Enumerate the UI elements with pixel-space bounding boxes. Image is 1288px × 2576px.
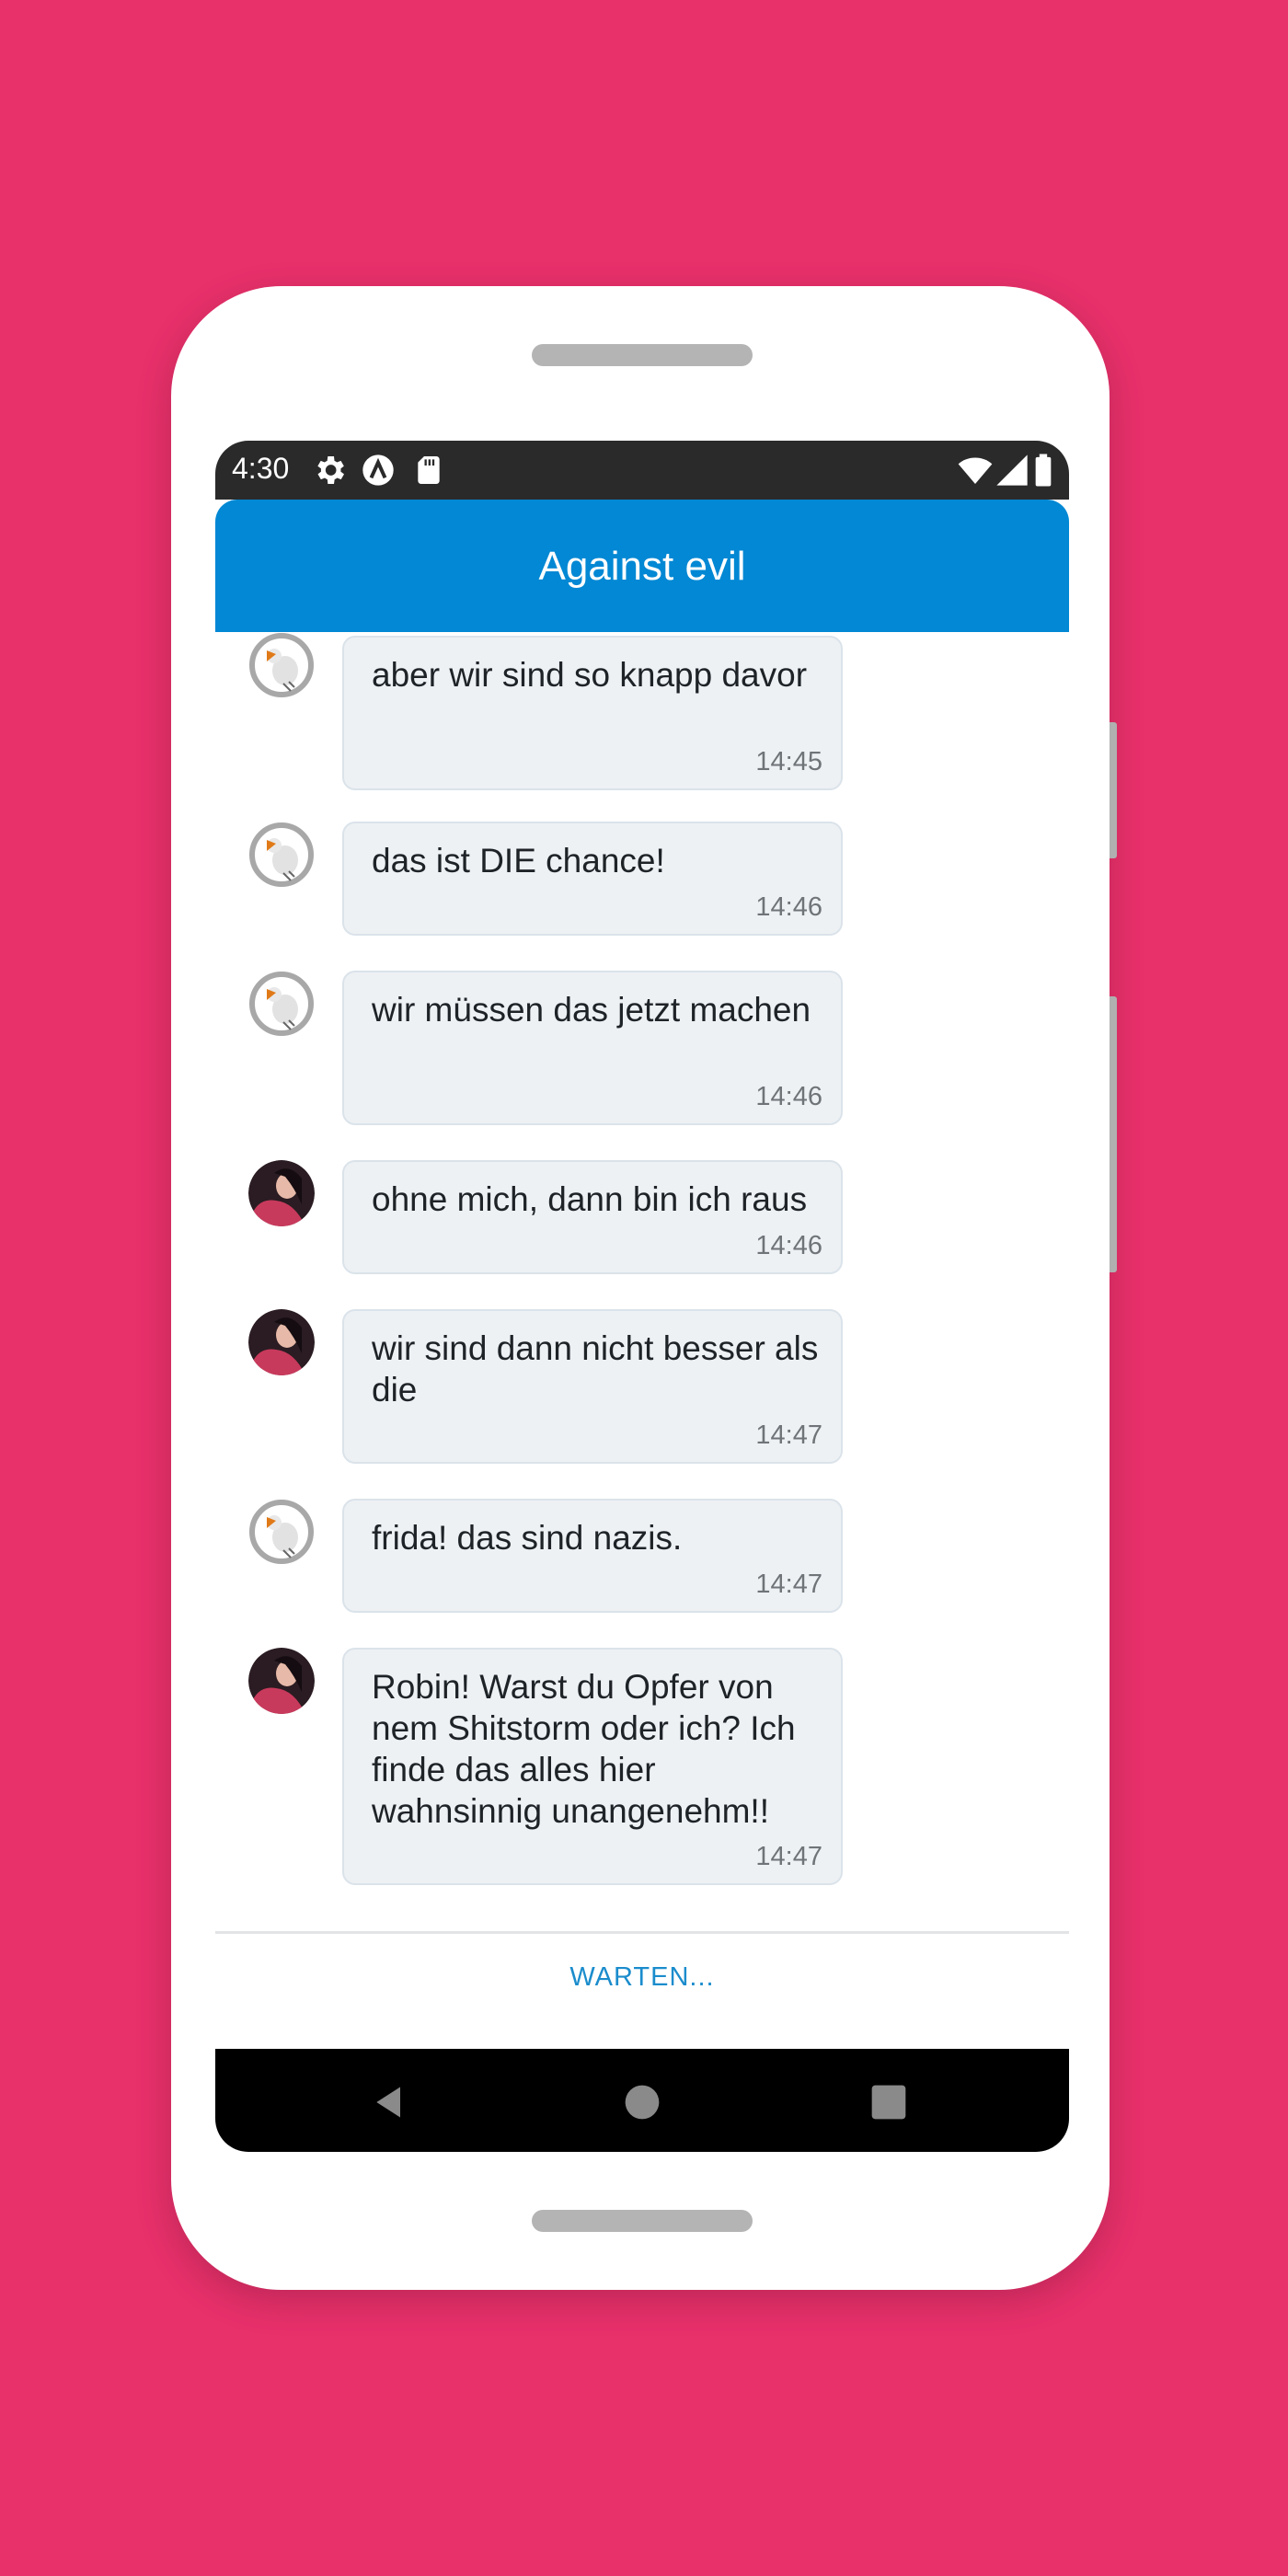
message-text: frida! das sind nazis. — [372, 1519, 683, 1557]
home-icon[interactable] — [622, 2082, 662, 2122]
gear-icon — [317, 456, 344, 484]
message-bubble[interactable]: aber wir sind so knapp davor 14:45 — [342, 636, 843, 790]
recents-icon[interactable] — [868, 2082, 909, 2122]
wifi-icon — [958, 457, 993, 484]
message-text: wir sind dann nicht besser als die — [372, 1329, 819, 1409]
girl-avatar[interactable] — [248, 1160, 315, 1226]
message-bubble[interactable]: das ist DIE chance! 14:46 — [342, 822, 843, 936]
sd-card-icon — [418, 456, 440, 484]
girl-avatar[interactable] — [248, 1648, 315, 1714]
message-time: 14:46 — [755, 892, 822, 922]
status-time: 4:30 — [232, 452, 290, 485]
divider — [215, 1931, 1069, 1934]
message-text: das ist DIE chance! — [372, 842, 665, 880]
bird-avatar[interactable] — [248, 1499, 315, 1565]
message-text: ohne mich, dann bin ich raus — [372, 1180, 808, 1218]
message-bubble[interactable]: frida! das sind nazis. 14:47 — [342, 1499, 843, 1613]
message-bubble[interactable]: Robin! Warst du Opfer von nem Shitstorm … — [342, 1648, 843, 1885]
status-bar: 4:30 — [215, 441, 1069, 500]
page-title: Against evil — [538, 544, 746, 589]
message-time: 14:47 — [755, 1570, 822, 1599]
message-bubble[interactable]: ohne mich, dann bin ich raus 14:46 — [342, 1160, 843, 1274]
a-circle-icon — [362, 454, 394, 486]
message-bubble[interactable]: wir sind dann nicht besser als die 14:47 — [342, 1309, 843, 1464]
message-text: wir müssen das jetzt machen — [372, 991, 811, 1029]
screen: 4:30 Against evil aber wir sind so knapp… — [215, 441, 1069, 2156]
message-time: 14:46 — [755, 1082, 822, 1111]
message-bubble[interactable]: wir müssen das jetzt machen 14:46 — [342, 971, 843, 1125]
bird-avatar[interactable] — [248, 971, 315, 1037]
bird-avatar[interactable] — [248, 632, 315, 698]
speaker-grille — [532, 344, 753, 366]
navigation-bar — [215, 2049, 1069, 2152]
girl-avatar[interactable] — [248, 1309, 315, 1375]
bottom-grille — [532, 2210, 753, 2232]
back-icon[interactable] — [370, 2082, 410, 2122]
wait-button[interactable]: WARTEN... — [215, 1962, 1069, 1993]
phone-frame: 4:30 Against evil aber wir sind so knapp… — [171, 286, 1117, 2290]
chat-list[interactable]: aber wir sind so knapp davor 14:45 das i… — [215, 632, 1069, 1931]
bird-avatar[interactable] — [248, 822, 315, 888]
app-bar: Against evil — [215, 500, 1069, 632]
message-time: 14:45 — [755, 747, 822, 776]
message-text: aber wir sind so knapp davor — [372, 656, 808, 694]
message-time: 14:47 — [755, 1842, 822, 1871]
message-time: 14:46 — [755, 1231, 822, 1260]
message-text: Robin! Warst du Opfer von nem Shitstorm … — [372, 1668, 796, 1830]
battery-icon — [1035, 454, 1052, 487]
message-time: 14:47 — [755, 1420, 822, 1450]
power-button — [1110, 996, 1117, 1272]
volume-button — [1110, 722, 1117, 858]
